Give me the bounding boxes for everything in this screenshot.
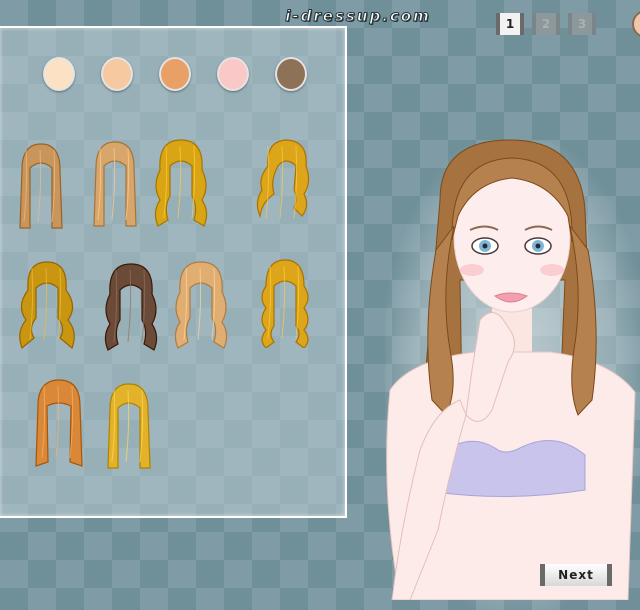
model-blush-right: [540, 264, 564, 276]
page-button-3[interactable]: 3: [568, 13, 596, 35]
hairstyle-option-10[interactable]: [100, 380, 158, 472]
hairstyle-option-5[interactable]: [18, 258, 76, 350]
hairstyle-shape: [261, 259, 309, 348]
skin-tone-swatch-2[interactable]: [101, 57, 133, 91]
hairstyle-option-3[interactable]: [152, 136, 210, 228]
hairstyle-shape: [174, 261, 228, 349]
hairstyle-option-2[interactable]: [86, 138, 144, 230]
page-selector: 1 2 3: [496, 13, 604, 35]
hairstyle-option-7[interactable]: [172, 258, 230, 350]
hairstyle-option-8[interactable]: [256, 256, 314, 348]
skin-tone-swatch-1[interactable]: [43, 57, 75, 91]
model-character: [386, 139, 636, 600]
skin-tone-swatch-4[interactable]: [217, 57, 249, 91]
hairstyle-shape: [19, 261, 75, 350]
hairstyle-option-9[interactable]: [30, 376, 88, 468]
page-button-2[interactable]: 2: [532, 13, 560, 35]
skin-tone-swatch-3[interactable]: [159, 57, 191, 91]
hairstyle-option-6[interactable]: [102, 260, 160, 352]
model-pupil-right: [535, 243, 541, 249]
hairstyle-option-4[interactable]: [254, 136, 312, 228]
hairstyle-option-1[interactable]: [12, 140, 70, 232]
hairstyle-shape: [154, 139, 208, 227]
site-logo: i-dressup.com: [285, 7, 431, 26]
model-blush-left: [460, 264, 484, 276]
hairstyle-shape: [104, 263, 158, 351]
model-pupil-left: [482, 243, 488, 249]
next-button[interactable]: Next: [540, 564, 612, 586]
corner-icon[interactable]: [632, 10, 640, 38]
skin-tone-swatch-5[interactable]: [275, 57, 307, 91]
page-button-1[interactable]: 1: [496, 13, 524, 35]
wardrobe-panel: [0, 26, 347, 518]
